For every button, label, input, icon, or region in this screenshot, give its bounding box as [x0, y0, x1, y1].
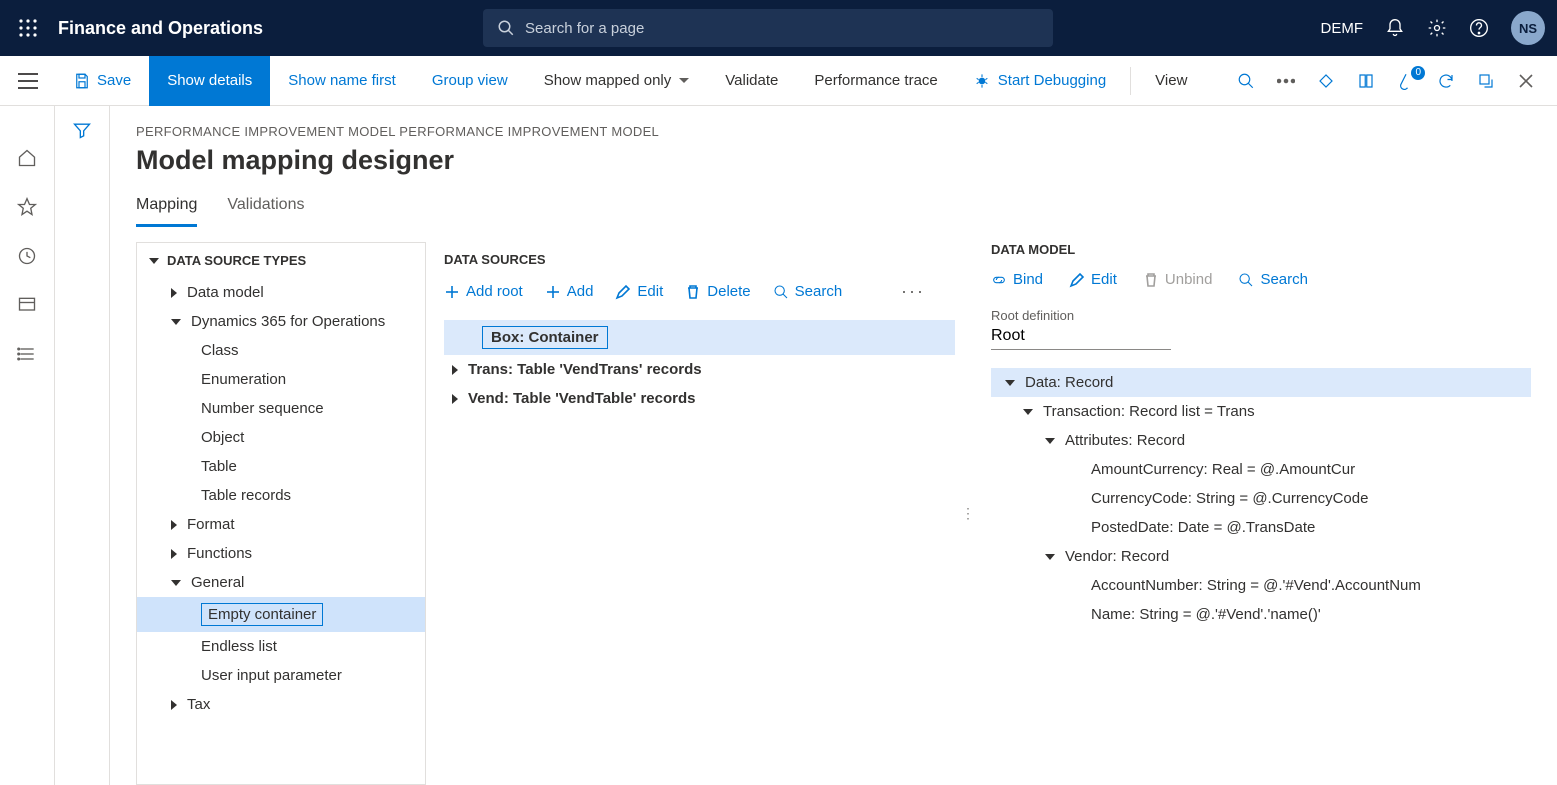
data-sources-header: DATA SOURCES	[444, 242, 955, 281]
tab-bar: Mapping Validations	[136, 196, 1531, 228]
page-title: Model mapping designer	[136, 145, 1531, 176]
dm-row-transaction[interactable]: Transaction: Record list = Trans	[991, 397, 1531, 426]
dm-search-button[interactable]: Search	[1238, 271, 1308, 288]
start-debugging-button[interactable]: Start Debugging	[956, 56, 1124, 106]
home-icon[interactable]	[17, 148, 37, 171]
data-source-types-panel: DATA SOURCE TYPES Data model Dynamics 36…	[136, 242, 426, 785]
data-source-types-header: DATA SOURCE TYPES	[137, 243, 425, 278]
attachments-badge: 0	[1411, 66, 1425, 80]
refresh-icon[interactable]	[1435, 72, 1457, 90]
dm-row-data[interactable]: Data: Record	[991, 368, 1531, 397]
dm-row-vendor[interactable]: Vendor: Record	[991, 542, 1531, 571]
node-general[interactable]: General	[137, 568, 425, 597]
add-button[interactable]: Add	[545, 283, 594, 300]
view-button[interactable]: View	[1137, 56, 1205, 106]
action-toolbar: Save Show details Show name first Group …	[0, 56, 1557, 106]
node-functions[interactable]: Functions	[137, 539, 425, 568]
tab-mapping[interactable]: Mapping	[136, 196, 197, 227]
top-bar: Finance and Operations Search for a page…	[0, 0, 1557, 56]
dm-row-posted[interactable]: PostedDate: Date = @.TransDate	[991, 513, 1531, 542]
company-code[interactable]: DEMF	[1321, 20, 1364, 37]
ds-row-box[interactable]: Box: Container	[444, 320, 955, 355]
filter-icon[interactable]	[72, 120, 92, 785]
popout-icon[interactable]	[1475, 72, 1497, 90]
save-button[interactable]: Save	[55, 56, 149, 106]
show-mapped-only-dropdown[interactable]: Show mapped only	[526, 56, 708, 106]
edit-button[interactable]: Edit	[615, 283, 663, 300]
save-label: Save	[97, 72, 131, 89]
ds-search-button[interactable]: Search	[773, 283, 843, 300]
node-object[interactable]: Object	[137, 423, 425, 452]
overflow-icon[interactable]	[1275, 78, 1297, 84]
data-model-panel: DATA MODEL Bind Edit Unbind Search Root …	[971, 242, 1531, 785]
toolbar-divider	[1130, 67, 1131, 95]
delete-button[interactable]: Delete	[685, 283, 750, 300]
show-name-first-button[interactable]: Show name first	[270, 56, 414, 106]
group-view-button[interactable]: Group view	[414, 56, 526, 106]
add-root-button[interactable]: Add root	[444, 283, 523, 300]
attachments-icon[interactable]: 0	[1395, 72, 1417, 90]
app-title: Finance and Operations	[58, 18, 263, 39]
root-definition-input[interactable]	[991, 323, 1171, 350]
close-icon[interactable]	[1515, 73, 1537, 89]
pin-icon[interactable]	[1315, 72, 1337, 90]
node-number-sequence[interactable]: Number sequence	[137, 394, 425, 423]
node-data-model[interactable]: Data model	[137, 278, 425, 307]
dm-row-amount[interactable]: AmountCurrency: Real = @.AmountCur	[991, 455, 1531, 484]
node-table-records[interactable]: Table records	[137, 481, 425, 510]
toolbar-search-icon[interactable]	[1235, 72, 1257, 90]
app-launcher-icon[interactable]	[12, 12, 44, 44]
node-enumeration[interactable]: Enumeration	[137, 365, 425, 394]
node-user-input-parameter[interactable]: User input parameter	[137, 661, 425, 690]
bell-icon[interactable]	[1385, 18, 1405, 38]
dm-edit-button[interactable]: Edit	[1069, 271, 1117, 288]
tab-validations[interactable]: Validations	[227, 196, 304, 227]
dm-row-name[interactable]: Name: String = @.'#Vend'.'name()'	[991, 600, 1531, 629]
gear-icon[interactable]	[1427, 18, 1447, 38]
global-search[interactable]: Search for a page	[483, 9, 1053, 47]
node-format[interactable]: Format	[137, 510, 425, 539]
nav-toggle-icon[interactable]	[0, 56, 55, 106]
filter-column	[55, 106, 110, 785]
validate-button[interactable]: Validate	[707, 56, 796, 106]
node-empty-container[interactable]: Empty container	[137, 597, 425, 632]
bind-button[interactable]: Bind	[991, 271, 1043, 288]
data-sources-panel: DATA SOURCES Add root Add Edit Delete Se…	[426, 242, 965, 785]
dm-row-attributes[interactable]: Attributes: Record	[991, 426, 1531, 455]
node-table[interactable]: Table	[137, 452, 425, 481]
node-d365[interactable]: Dynamics 365 for Operations	[137, 307, 425, 336]
collapse-icon[interactable]	[149, 258, 159, 264]
modules-icon[interactable]	[17, 344, 37, 367]
data-model-header: DATA MODEL	[991, 242, 1531, 271]
root-definition-label: Root definition	[991, 308, 1531, 323]
node-endless-list[interactable]: Endless list	[137, 632, 425, 661]
recent-icon[interactable]	[17, 246, 37, 269]
dm-row-currency[interactable]: CurrencyCode: String = @.CurrencyCode	[991, 484, 1531, 513]
workspaces-icon[interactable]	[17, 295, 37, 318]
ds-row-trans[interactable]: Trans: Table 'VendTrans' records	[444, 355, 955, 384]
favorites-icon[interactable]	[17, 197, 37, 220]
help-icon[interactable]	[1469, 18, 1489, 38]
left-nav-rail	[0, 106, 55, 785]
show-details-button[interactable]: Show details	[149, 56, 270, 106]
dm-row-account[interactable]: AccountNumber: String = @.'#Vend'.Accoun…	[991, 571, 1531, 600]
start-debugging-label: Start Debugging	[998, 72, 1106, 89]
performance-trace-button[interactable]: Performance trace	[796, 56, 955, 106]
ds-row-vend[interactable]: Vend: Table 'VendTable' records	[444, 384, 955, 413]
user-avatar[interactable]: NS	[1511, 11, 1545, 45]
unbind-button: Unbind	[1143, 271, 1213, 288]
book-icon[interactable]	[1355, 72, 1377, 90]
breadcrumb: PERFORMANCE IMPROVEMENT MODEL PERFORMANC…	[136, 124, 1531, 139]
node-class[interactable]: Class	[137, 336, 425, 365]
node-tax[interactable]: Tax	[137, 690, 425, 719]
ds-overflow-icon[interactable]: ···	[901, 281, 955, 302]
search-placeholder: Search for a page	[525, 20, 644, 37]
